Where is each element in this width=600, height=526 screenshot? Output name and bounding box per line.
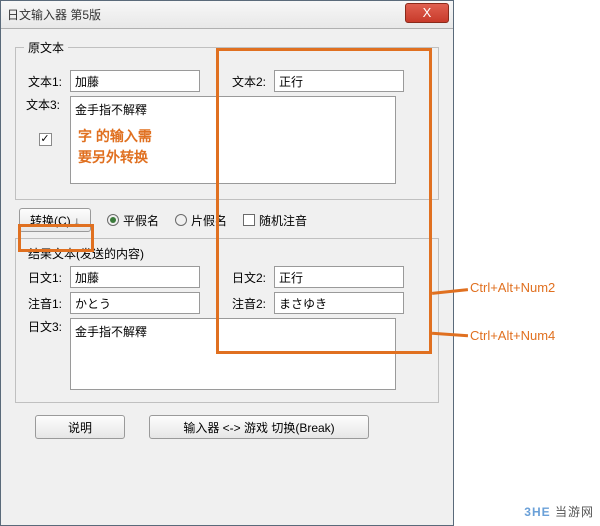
explain-button[interactable]: 说明 (35, 415, 125, 439)
yomi1-label: 注音1: (24, 295, 66, 312)
jp1-input[interactable] (70, 266, 200, 288)
check-random[interactable]: 随机注音 (243, 212, 307, 229)
text3-checkbox[interactable]: ✓ (39, 133, 52, 146)
conversion-note: 字 的输入需 要另外转换 (78, 126, 152, 168)
text2-input[interactable] (274, 70, 404, 92)
check-random-label: 随机注音 (259, 212, 307, 229)
radio-katakana[interactable]: 片假名 (175, 212, 227, 229)
radio-katakana-label: 片假名 (191, 212, 227, 229)
radio-hiragana[interactable]: 平假名 (107, 212, 159, 229)
source-group: 原文本 文本1: 文本2: 文本3: ✓ 字 的输入需 要另外转换 (15, 39, 439, 200)
callout-hotkey-1: Ctrl+Alt+Num2 (470, 280, 555, 295)
source-legend: 原文本 (24, 39, 68, 56)
jp1-label: 日文1: (24, 269, 66, 286)
app-window: 日文输入器 第5版 X 原文本 文本1: 文本2: 文本3: ✓ (0, 0, 454, 526)
switch-button[interactable]: 输入器 <-> 游戏 切换(Break) (149, 415, 369, 439)
jp2-input[interactable] (274, 266, 404, 288)
radio-hiragana-label: 平假名 (123, 212, 159, 229)
watermark-text: 当游网 (555, 505, 594, 519)
checkbox-empty-icon (243, 214, 255, 226)
note-line2: 要另外转换 (78, 147, 152, 168)
radio-dot-icon (107, 214, 119, 226)
text2-label: 文本2: (228, 73, 270, 90)
jp3-textarea[interactable] (70, 318, 396, 390)
jp2-label: 日文2: (228, 269, 270, 286)
radio-empty-icon (175, 214, 187, 226)
watermark-brand: 3HE (524, 505, 550, 519)
result-legend: 结果文本(发送的内容) (28, 245, 430, 262)
note-line1: 字 的输入需 (78, 126, 152, 147)
text1-label: 文本1: (24, 73, 66, 90)
bottom-buttons: 说明 输入器 <-> 游戏 切换(Break) (15, 411, 439, 439)
jp3-label: 日文3: (24, 318, 66, 335)
close-button[interactable]: X (405, 3, 449, 23)
titlebar: 日文输入器 第5版 X (1, 1, 453, 29)
watermark: 3HE 当游网 (524, 503, 594, 520)
yomi2-label: 注音2: (228, 295, 270, 312)
text3-label: 文本3: (26, 96, 64, 113)
convert-button[interactable]: 转换(C) ↓ (19, 208, 91, 232)
result-group: 结果文本(发送的内容) 日文1: 日文2: 注音1: 注音2: 日文3: (15, 238, 439, 403)
callout-hotkey-2: Ctrl+Alt+Num4 (470, 328, 555, 343)
yomi2-input[interactable] (274, 292, 404, 314)
client-area: 原文本 文本1: 文本2: 文本3: ✓ 字 的输入需 要另外转换 (1, 29, 453, 447)
convert-row: 转换(C) ↓ 平假名 片假名 随机注音 (19, 208, 439, 232)
yomi1-input[interactable] (70, 292, 200, 314)
window-title: 日文输入器 第5版 (7, 6, 101, 23)
text1-input[interactable] (70, 70, 200, 92)
